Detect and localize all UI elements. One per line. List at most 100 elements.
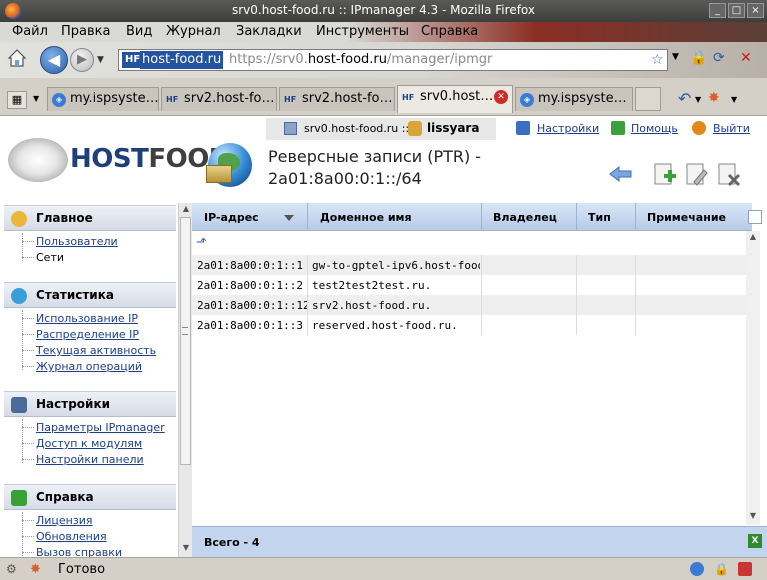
column-settings-icon[interactable]	[748, 210, 762, 224]
tab-srv2-2[interactable]: HF srv2.host-fo…	[279, 87, 395, 111]
help-icon[interactable]	[611, 121, 625, 135]
url-text[interactable]: https://srv0.host-food.ru/manager/ipmgr	[229, 52, 492, 67]
tab-srv0-active[interactable]: HF srv0.host… ✕	[397, 85, 513, 113]
tab-my-ispsystem-2[interactable]: ◈ my.ispsyste…	[515, 87, 633, 111]
column-type[interactable]: Тип	[588, 211, 611, 224]
menu-view[interactable]: Вид	[126, 24, 152, 39]
tab-label: my.ispsyste…	[538, 91, 627, 106]
sidebar-section-help[interactable]: Справка	[4, 484, 176, 510]
sidebar-section-main[interactable]: Главное	[4, 205, 176, 231]
edit-record-icon[interactable]	[684, 162, 710, 186]
tab-list-icon[interactable]: ▦	[7, 91, 27, 109]
status-flag-icon[interactable]	[738, 562, 752, 576]
sidebar-item-ip-distribution[interactable]: Распределение IP	[36, 328, 139, 341]
status-globe-icon[interactable]	[690, 562, 704, 576]
home-icon	[11, 211, 27, 227]
sidebar-item-module-access[interactable]: Доступ к модулям	[36, 437, 142, 450]
new-tab-button[interactable]	[635, 87, 661, 111]
lock-icon[interactable]: 🔒	[690, 50, 707, 66]
addon-dropdown-icon[interactable]: ▼	[731, 95, 737, 104]
undo-icon[interactable]: ↶	[678, 89, 691, 108]
window-title: srv0.host-food.ru :: IPmanager 4.3 - Moz…	[231, 3, 535, 17]
stop-icon[interactable]: ✕	[740, 50, 752, 66]
site-identity[interactable]: host-food.ru	[140, 51, 224, 69]
export-excel-icon[interactable]: X	[748, 534, 762, 548]
reverse-dns-globe-icon	[206, 143, 252, 187]
hostfood-logo: HOSTFOOD	[6, 136, 230, 186]
url-bar[interactable]: HF host-food.ru https://srv0.host-food.r…	[118, 49, 668, 71]
scroll-up-icon[interactable]: ▲	[180, 204, 192, 216]
column-ip[interactable]: IP-адрес	[204, 211, 259, 224]
sort-desc-icon[interactable]	[284, 215, 294, 221]
add-record-icon[interactable]	[652, 162, 678, 186]
scroll-down-icon[interactable]: ▼	[180, 543, 192, 555]
user-icon	[408, 121, 422, 136]
menu-edit[interactable]: Правка	[61, 24, 110, 39]
table-row[interactable]: 2a01:8a00:0:1::3 reserved.host-food.ru.	[192, 315, 746, 335]
sidebar-item-panel-settings[interactable]: Настройки панели	[36, 453, 144, 466]
settings-icon[interactable]	[516, 121, 530, 135]
tab-srv2-1[interactable]: HF srv2.host-fo…	[161, 87, 277, 111]
sidebar-item-operations-log[interactable]: Журнал операций	[36, 360, 142, 373]
column-owner[interactable]: Владелец	[493, 211, 557, 224]
sidebar-item-networks[interactable]: Сети	[36, 251, 64, 264]
forward-button[interactable]: ▶	[70, 48, 94, 72]
logout-icon[interactable]	[692, 121, 706, 135]
sidebar-section-settings[interactable]: Настройки	[4, 391, 176, 417]
menu-file[interactable]: Файл	[12, 24, 48, 39]
navigation-toolbar: ◀ ▶ ▼ HF host-food.ru https://srv0.host-…	[0, 42, 767, 78]
column-domain[interactable]: Доменное имя	[320, 211, 412, 224]
table-row[interactable]: 2a01:8a00:0:1::2 test2test2test.ru.	[192, 275, 746, 295]
table-row[interactable]: 2a01:8a00:0:1::1 gw-to-gptel-ipv6.host-f…	[192, 255, 746, 275]
addon-status-icon[interactable]: ✸	[30, 562, 44, 577]
bookmark-star-icon[interactable]: ☆	[651, 52, 664, 68]
status-lock-icon[interactable]: 🔒	[714, 562, 729, 576]
menu-history[interactable]: Журнал	[166, 24, 221, 39]
back-arrow-icon[interactable]	[608, 162, 634, 186]
addon-icon[interactable]: ✸	[708, 90, 720, 106]
sidebar-item-current-activity[interactable]: Текущая активность	[36, 344, 156, 357]
server-icon	[284, 122, 297, 135]
close-window-button[interactable]: ×	[747, 3, 764, 18]
minimize-button[interactable]: _	[709, 3, 726, 18]
menu-help[interactable]: Справка	[421, 24, 478, 39]
sidebar-item-users[interactable]: Пользователи	[36, 235, 118, 248]
level-up-icon[interactable]: ⬏	[196, 235, 210, 250]
tab-my-ispsystem-1[interactable]: ◈ my.ispsyste…	[47, 87, 159, 111]
url-path: /manager/ipmgr	[387, 52, 493, 67]
sidebar-item-ipmanager-params[interactable]: Параметры IPmanager	[36, 421, 165, 434]
cell-ip: 2a01:8a00:0:1::2	[197, 279, 303, 292]
sidebar-item-ip-usage[interactable]: Использование IP	[36, 312, 138, 325]
menu-tools[interactable]: Инструменты	[316, 24, 409, 39]
logout-link[interactable]: Выйти	[713, 122, 750, 135]
history-dropdown-icon[interactable]: ▼	[97, 55, 104, 65]
undo-dropdown-icon[interactable]: ▼	[695, 95, 701, 104]
scrollbar-thumb[interactable]	[180, 217, 191, 465]
reload-icon[interactable]: ⟳	[713, 50, 725, 66]
status-bar: ⚙ ✸ Готово 🔒	[0, 557, 767, 580]
sidebar-section-stats[interactable]: Статистика	[4, 282, 176, 308]
sidebar-scrollbar[interactable]: ▲ ▼	[178, 203, 192, 557]
scroll-down-icon[interactable]: ▼	[747, 511, 759, 523]
globe-icon: ◈	[520, 93, 534, 107]
url-dropdown-icon[interactable]: ▼	[672, 52, 679, 62]
table-scrollbar[interactable]: ▲ ▼	[746, 231, 760, 525]
close-tab-icon[interactable]: ✕	[494, 90, 508, 104]
tab-dropdown-icon[interactable]: ▼	[33, 94, 39, 103]
table-row[interactable]: 2a01:8a00:0:1::12 srv2.host-food.ru.	[192, 295, 746, 315]
column-note[interactable]: Примечание	[647, 211, 726, 224]
delete-record-icon[interactable]	[716, 162, 742, 187]
scroll-up-icon[interactable]: ▲	[747, 232, 759, 244]
server-label: srv0.host-food.ru ::	[304, 122, 410, 135]
puzzle-icon[interactable]: ⚙	[6, 562, 20, 576]
help-link[interactable]: Помощь	[631, 122, 678, 135]
sidebar-item-help-call[interactable]: Вызов справки	[36, 546, 122, 557]
sidebar-item-license[interactable]: Лицензия	[36, 514, 92, 527]
home-icon[interactable]	[6, 47, 28, 69]
back-button[interactable]: ◀	[40, 46, 68, 74]
tab-label: my.ispsyste…	[70, 91, 159, 106]
sidebar-item-updates[interactable]: Обновления	[36, 530, 107, 543]
maximize-button[interactable]: □	[728, 3, 745, 18]
menu-bookmarks[interactable]: Закладки	[236, 24, 302, 39]
settings-link[interactable]: Настройки	[537, 122, 599, 135]
